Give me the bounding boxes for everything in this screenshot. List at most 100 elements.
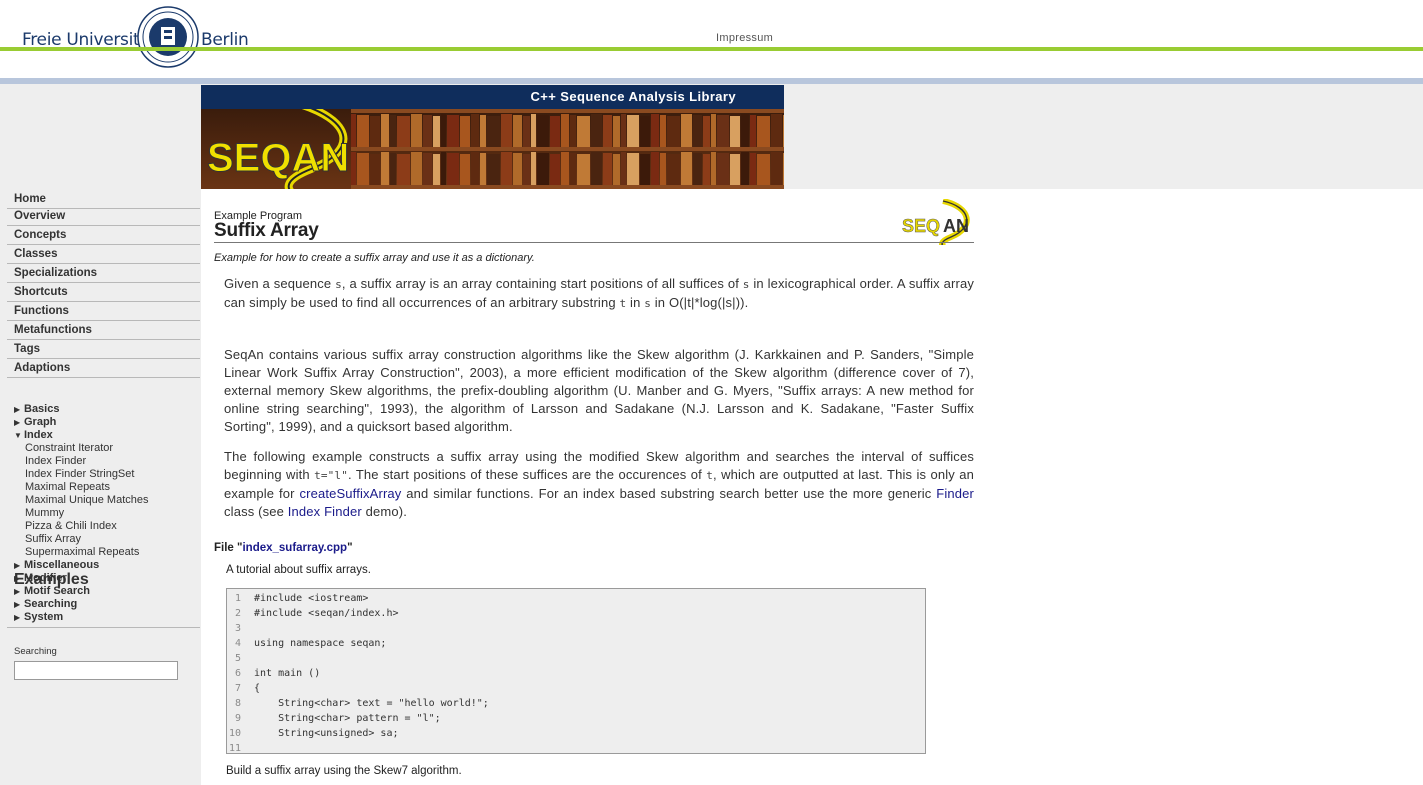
tree-item-label: Graph <box>24 416 57 428</box>
index-example-pizza-chili-index[interactable]: Pizza & Chili Index <box>25 520 117 532</box>
code-text: #include <seqan/index.h> <box>254 608 399 619</box>
code-line: 3 <box>227 621 925 636</box>
p1-code-s: s <box>742 278 750 291</box>
sidebar-item-functions[interactable]: Functions <box>7 302 200 321</box>
sidebar-item-tags[interactable]: Tags <box>7 340 200 359</box>
line-number: 3 <box>234 623 241 634</box>
triangle-right-icon[interactable]: ▶ <box>14 587 24 596</box>
svg-text:SEQ: SEQ <box>902 216 940 236</box>
sidebar-item-adaptions[interactable]: Adaptions <box>7 359 200 378</box>
code-line: 6 int main () <box>227 666 925 681</box>
tree-item-motif-search[interactable]: ▶ Motif Search <box>14 585 90 597</box>
header-green-rule <box>0 47 1423 51</box>
code-listing[interactable]: 1 #include <iostream> 2 #include <seqan/ind… <box>226 588 926 754</box>
code-line: 5 <box>227 651 925 666</box>
p1-text-b: , a suffix array is an array containing … <box>341 276 743 291</box>
page-title: Suffix Array <box>214 220 319 241</box>
index-example-maximal-repeats[interactable]: Maximal Repeats <box>25 481 110 493</box>
triangle-right-icon[interactable]: ▶ <box>14 418 24 427</box>
line-number: 4 <box>234 638 241 649</box>
code-line: 8 String<char> text = "hello world!"; <box>227 696 925 711</box>
code-line: 7{ <box>227 681 925 696</box>
sidebar-item-overview[interactable]: Overview <box>7 207 200 226</box>
triangle-right-icon[interactable]: ▶ <box>14 613 24 622</box>
tree-item-label: Modifier <box>24 572 67 584</box>
algorithms-paragraph: SeqAn contains various suffix array cons… <box>224 347 974 434</box>
sidebar-item-metafunctions[interactable]: Metafunctions <box>7 321 200 340</box>
sidebar-item-concepts[interactable]: Concepts <box>7 226 200 245</box>
sidebar-item-shortcuts[interactable]: Shortcuts <box>7 283 200 302</box>
seqan-small-logo[interactable]: SEQ AN <box>901 199 973 245</box>
create-suffix-array-link[interactable]: createSuffixArray <box>299 486 401 501</box>
sidebar: Home Overview Concepts Classes Specializatio… <box>0 189 201 785</box>
triangle-right-icon[interactable]: ▶ <box>14 574 24 583</box>
tree-item-searching[interactable]: ▶ Searching <box>14 598 77 610</box>
p1-code-s: s <box>644 297 651 310</box>
search-label: Searching <box>14 646 57 657</box>
index-example-index-finder-stringset[interactable]: Index Finder StringSet <box>25 468 134 480</box>
code-line: 1 #include <iostream> <box>227 591 925 606</box>
tree-item-modifier[interactable]: ▶ Modifier <box>14 572 67 584</box>
line-number: 11 <box>228 743 241 754</box>
sidebar-item-specializations[interactable]: Specializations <box>7 264 200 283</box>
tree-item-graph[interactable]: ▶ Graph <box>14 416 56 428</box>
code-text: String<char> text = "hello world!"; <box>254 698 489 709</box>
tree-item-system[interactable]: ▶ System <box>14 611 63 623</box>
tree-item-basics[interactable]: ▶ Basics <box>14 403 59 415</box>
title-divider <box>214 242 974 243</box>
index-example-suffix-array[interactable]: Suffix Array <box>25 533 81 545</box>
code-text: String<unsigned> sa; <box>254 728 399 739</box>
code-text: { <box>254 683 261 694</box>
line-number: 5 <box>234 653 241 664</box>
seqan-banner: C++ Sequence Analysis Library SEQAN <box>201 85 784 189</box>
tree-item-miscellaneous[interactable]: ▶ Miscellaneous <box>14 559 99 571</box>
code-line: 2 #include <seqan/index.h> <box>227 606 925 621</box>
code-line: 11 <box>227 741 925 756</box>
code-text: int main () <box>254 668 321 679</box>
triangle-down-icon[interactable]: ▼ <box>14 431 24 440</box>
tree-item-label: System <box>24 611 64 623</box>
index-example-constraint-iterator[interactable]: Constraint Iterator <box>25 442 113 454</box>
file-heading-suffix: " <box>347 542 353 554</box>
code-text: using namespace seqan; <box>254 638 387 649</box>
tutorial-note: A tutorial about suffix arrays. <box>226 564 371 576</box>
tree-item-label: Basics <box>24 403 60 415</box>
banner-tagline: C++ Sequence Analysis Library <box>201 85 784 109</box>
p1-code-s: s <box>335 278 342 291</box>
line-number: 2 <box>234 608 241 619</box>
line-number: 7 <box>234 683 241 694</box>
line-number: 1 <box>234 593 241 604</box>
file-heading-prefix: File " <box>214 542 243 554</box>
tree-item-index[interactable]: ▼ Index <box>14 429 53 441</box>
triangle-right-icon[interactable]: ▶ <box>14 600 24 609</box>
tree-item-label: Index <box>24 429 53 441</box>
tree-item-label: Miscellaneous <box>24 559 100 571</box>
svg-text:AN: AN <box>943 216 969 236</box>
p3-code-t-eq: t="l" <box>314 469 348 482</box>
index-example-maximal-unique-matches[interactable]: Maximal Unique Matches <box>25 494 149 506</box>
impressum-link[interactable]: Impressum <box>716 32 773 44</box>
university-seal-icon[interactable] <box>137 6 199 68</box>
p1-text-e: in O(|t|*log(|s|)). <box>651 295 749 310</box>
p1-text-a: Given a sequence <box>224 276 336 291</box>
index-example-index-finder[interactable]: Index Finder <box>25 455 86 467</box>
source-file-link[interactable]: index_sufarray.cpp <box>242 542 347 554</box>
tree-item-label: Motif Search <box>24 585 91 597</box>
triangle-right-icon[interactable]: ▶ <box>14 561 24 570</box>
line-number: 8 <box>234 698 241 709</box>
seqan-logo-text: SEQAN <box>207 136 349 180</box>
page-subtitle: Example for how to create a suffix array… <box>214 252 535 264</box>
sidebar-item-classes[interactable]: Classes <box>7 245 200 264</box>
code-line: 9 String<char> pattern = "l"; <box>227 711 925 726</box>
p3-text-f: demo). <box>361 504 407 519</box>
code-line: 10 String<unsigned> sa; <box>227 726 925 741</box>
index-example-mummy[interactable]: Mummy <box>25 507 64 519</box>
search-input[interactable] <box>14 661 178 680</box>
index-example-supermaximal-repeats[interactable]: Supermaximal Repeats <box>25 546 139 558</box>
triangle-right-icon[interactable]: ▶ <box>14 405 24 414</box>
file-heading: File "index_sufarray.cpp" <box>214 542 353 554</box>
main-content: Example Program Suffix Array SEQ AN Exam… <box>201 189 1423 785</box>
finder-link[interactable]: Finder <box>936 486 974 501</box>
index-finder-link[interactable]: Index Finder <box>288 504 362 519</box>
code-text: #include <iostream> <box>254 593 369 604</box>
